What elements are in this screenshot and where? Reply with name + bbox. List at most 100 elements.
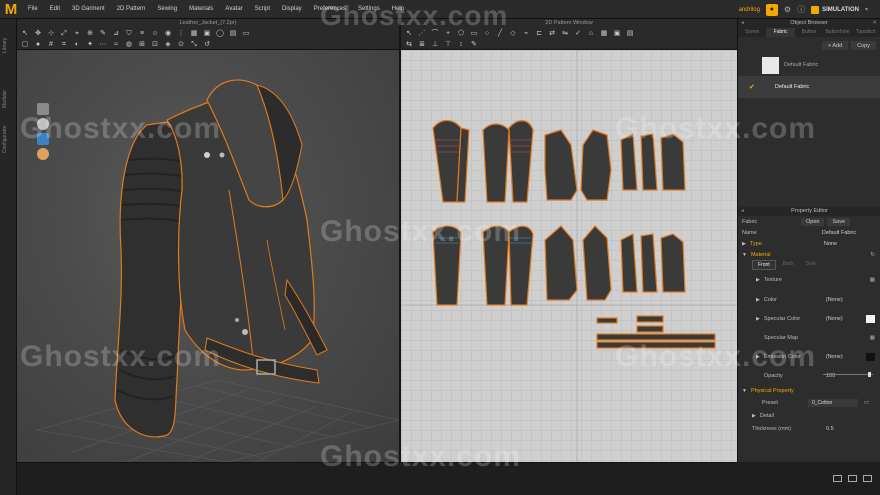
trace-icon[interactable]: ⌁ xyxy=(522,30,530,37)
cube-icon[interactable]: ▢ xyxy=(21,41,29,48)
texture-edit-icon[interactable]: ▦ xyxy=(600,30,608,37)
viewport-2d[interactable] xyxy=(401,50,737,462)
user-name[interactable]: andrilog xyxy=(739,7,760,13)
simulation-button[interactable]: SIMULATION xyxy=(811,5,859,14)
menu-settings[interactable]: Settings xyxy=(352,6,386,12)
render-icon[interactable]: ◈ xyxy=(164,41,172,48)
edit-point-icon[interactable]: ⋰ xyxy=(418,30,426,37)
tab-fabric[interactable]: Fabric xyxy=(766,28,795,37)
strain-icon[interactable]: ≈ xyxy=(112,41,120,48)
type-row[interactable]: ▶ Type None xyxy=(738,238,880,249)
piping-icon[interactable]: ◯ xyxy=(216,30,224,37)
edit-pattern-icon[interactable]: ↖ xyxy=(405,30,413,37)
menu-sewing[interactable]: Sewing xyxy=(151,6,183,12)
pin-icon[interactable]: ⌖ xyxy=(73,30,81,37)
close-icon[interactable]: ✕ xyxy=(872,19,877,28)
fold-icon[interactable]: ⤢ xyxy=(60,30,68,37)
pressure-icon[interactable]: ◍ xyxy=(125,41,133,48)
opacity-slider[interactable] xyxy=(823,374,873,375)
menu-display[interactable]: Display xyxy=(276,6,308,12)
reset-icon[interactable]: ↺ xyxy=(203,41,211,48)
opacity-slider-handle[interactable] xyxy=(868,372,871,377)
copy-fabric-button[interactable]: Copy xyxy=(851,41,876,50)
tab-library[interactable]: Library xyxy=(2,25,14,65)
menu-3d-garment[interactable]: 3D Garment xyxy=(66,6,111,12)
menu-edit[interactable]: Edit xyxy=(44,6,66,12)
move-icon[interactable]: ✥ xyxy=(34,30,42,37)
rectangle-icon[interactable]: ▭ xyxy=(470,30,478,37)
menu-avatar[interactable]: Avatar xyxy=(219,6,248,12)
color-row[interactable]: ▶ Color (None) xyxy=(738,290,880,309)
segment-sewing-icon[interactable]: ⇄ xyxy=(548,30,556,37)
refresh-icon[interactable]: ↻ xyxy=(870,252,875,258)
menu-script[interactable]: Script xyxy=(249,6,276,12)
material-row[interactable]: ▼ Material ↻ xyxy=(738,249,880,260)
viewport-3d[interactable] xyxy=(17,50,399,462)
annotation-icon[interactable]: ✎ xyxy=(470,41,478,48)
tab-configurator[interactable]: Configurator xyxy=(2,114,14,164)
specular-map-row[interactable]: Specular Map ▦ xyxy=(738,328,880,347)
camera-icon[interactable]: ◐ xyxy=(73,41,81,48)
graphic-icon[interactable]: ▣ xyxy=(203,30,211,37)
open-button[interactable]: Open xyxy=(801,217,825,226)
graphic-edit-icon[interactable]: ▣ xyxy=(613,30,621,37)
physical-property-row[interactable]: ▼ Physical Property xyxy=(738,385,880,396)
info-icon[interactable]: ⓘ xyxy=(797,4,805,15)
add-point-icon[interactable]: + xyxy=(444,30,452,37)
emission-color-row[interactable]: ▶ Emission Color (None) xyxy=(738,347,880,366)
texture-row[interactable]: ▶ Texture ▦ xyxy=(738,270,880,290)
dart-icon[interactable]: ◇ xyxy=(509,30,517,37)
detail-row[interactable]: ▶ Detail xyxy=(738,409,880,422)
grid-icon[interactable]: ▦ xyxy=(870,335,875,341)
button-icon[interactable]: ◉ xyxy=(164,30,172,37)
grid-icon[interactable]: ▦ xyxy=(870,277,875,283)
name-value[interactable]: Default Fabric xyxy=(822,230,856,236)
tab-modular[interactable]: Modular xyxy=(2,79,14,119)
chevron-down-icon[interactable]: ▾ xyxy=(865,6,868,13)
texture-icon[interactable]: ▦ xyxy=(190,30,198,37)
grain-icon[interactable]: ↕ xyxy=(457,41,465,48)
edit-curve-icon[interactable]: ⌒ xyxy=(431,30,439,37)
mirror-icon[interactable]: ⇆ xyxy=(405,41,413,48)
menu-preferences[interactable]: Preferences xyxy=(308,6,352,12)
zoom-icon[interactable]: ⊙ xyxy=(177,41,185,48)
fabric-icon[interactable] xyxy=(37,133,49,145)
snapshot-icon[interactable]: ⊡ xyxy=(151,41,159,48)
garment-icon[interactable] xyxy=(37,103,49,115)
tack-icon[interactable]: ⊕ xyxy=(86,30,94,37)
pattern-view-icon[interactable]: ▤ xyxy=(626,30,634,37)
tab-back[interactable]: Back xyxy=(778,260,799,270)
view-2d-icon[interactable] xyxy=(863,475,872,482)
tab-front[interactable]: Front xyxy=(752,260,776,270)
specular-color-swatch[interactable] xyxy=(866,314,875,323)
tab-scene[interactable]: Scene xyxy=(738,28,766,37)
polygon-icon[interactable]: ⬠ xyxy=(457,30,465,37)
measure-icon[interactable]: ⊿ xyxy=(112,30,120,37)
grading-icon[interactable]: ≣ xyxy=(418,41,426,48)
menu-file[interactable]: File xyxy=(22,6,44,12)
circle-icon[interactable]: ○ xyxy=(483,30,491,37)
view-3d-icon[interactable] xyxy=(833,475,842,482)
layer-icon[interactable]: ≡ xyxy=(138,30,146,37)
tab-buttonhole[interactable]: Buttonhole xyxy=(823,28,851,37)
view-split-icon[interactable] xyxy=(848,475,857,482)
fabric-list-item[interactable]: Default Fabric xyxy=(738,54,880,76)
cloth-icon[interactable]: ▤ xyxy=(229,30,237,37)
fold-arrangement-icon[interactable]: ⌂ xyxy=(587,30,595,37)
notification-icon[interactable]: ● xyxy=(765,3,778,16)
collapse-icon[interactable]: ◂ xyxy=(741,207,744,216)
preset-dropdown[interactable]: 0_Cotton xyxy=(808,398,858,407)
menu-materials[interactable]: Materials xyxy=(183,6,219,12)
avatar-icon[interactable] xyxy=(37,118,49,130)
tab-button[interactable]: Button xyxy=(795,28,823,37)
transform-icon[interactable]: ⊹ xyxy=(47,30,55,37)
internal-line-icon[interactable]: ╱ xyxy=(496,30,504,37)
notch-icon[interactable]: ⊤ xyxy=(444,41,452,48)
brush-icon[interactable]: ✎ xyxy=(99,30,107,37)
skin-icon[interactable] xyxy=(37,148,49,160)
light-icon[interactable]: ✦ xyxy=(86,41,94,48)
menu-help[interactable]: Help xyxy=(386,6,410,12)
shirt-icon[interactable]: ⛉ xyxy=(125,30,133,37)
symmetry-icon[interactable]: ⊥ xyxy=(431,41,439,48)
zipper-icon[interactable]: ⋮ xyxy=(177,30,185,37)
